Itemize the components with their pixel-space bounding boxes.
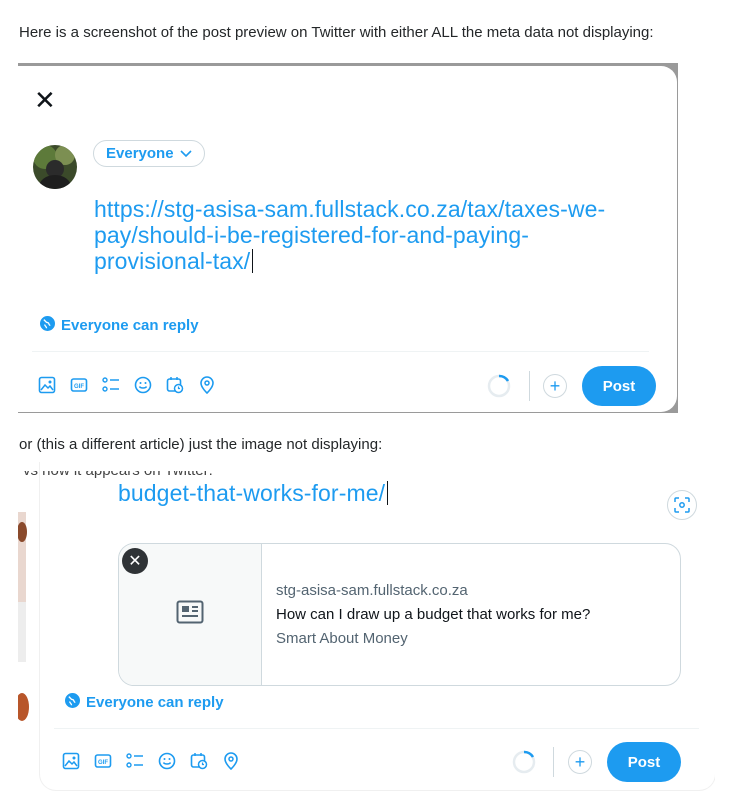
avatar[interactable] bbox=[33, 145, 77, 189]
cropped-header-text: vs how it appears on Twitter: bbox=[23, 462, 213, 479]
compose-dialog: vs how it appears on Twitter: budget-tha… bbox=[23, 462, 715, 790]
schedule-icon[interactable] bbox=[190, 752, 208, 770]
gif-icon[interactable]: GIF bbox=[70, 376, 88, 394]
toolbar-separator bbox=[529, 371, 530, 401]
emoji-icon[interactable] bbox=[134, 376, 152, 394]
svg-text:GIF: GIF bbox=[74, 384, 84, 390]
link-preview-text: stg-asisa-sam.fullstack.co.za How can I … bbox=[262, 544, 604, 685]
screenshot-compose-no-meta: ✕ Everyone https://stg-asisa-sam.fullsta… bbox=[18, 63, 678, 413]
emoji-icon[interactable] bbox=[158, 752, 176, 770]
poll-icon[interactable] bbox=[126, 752, 144, 770]
text-cursor bbox=[387, 481, 389, 505]
audience-label: Everyone bbox=[106, 145, 174, 162]
svg-text:GIF: GIF bbox=[98, 760, 108, 766]
post-text-area[interactable]: https://stg-asisa-sam.fullstack.co.za/ta… bbox=[94, 196, 654, 274]
article-icon bbox=[176, 600, 204, 629]
compose-dialog: ✕ Everyone https://stg-asisa-sam.fullsta… bbox=[18, 66, 677, 412]
location-icon[interactable] bbox=[198, 376, 216, 394]
reply-setting-label: Everyone can reply bbox=[86, 694, 224, 711]
caption-first: Here is a screenshot of the post preview… bbox=[19, 24, 654, 41]
post-text-line: provisional-tax/ bbox=[94, 248, 251, 274]
add-post-icon[interactable]: + bbox=[568, 750, 592, 774]
reply-setting-label: Everyone can reply bbox=[61, 317, 199, 334]
audience-selector[interactable]: Everyone bbox=[93, 140, 205, 167]
character-counter-icon bbox=[512, 750, 536, 774]
divider bbox=[54, 728, 699, 729]
compose-toolbar: GIF bbox=[62, 752, 240, 770]
post-button[interactable]: Post bbox=[582, 366, 656, 406]
add-post-icon[interactable]: + bbox=[543, 374, 567, 398]
globe-icon bbox=[40, 316, 55, 335]
post-text-line: pay/should-i-be-registered-for-and-payin… bbox=[94, 222, 530, 248]
post-text-line: budget-that-works-for-me/ bbox=[118, 480, 386, 506]
page-edge-strip bbox=[18, 462, 40, 792]
media-icon[interactable] bbox=[38, 376, 56, 394]
divider bbox=[32, 351, 649, 352]
reply-setting[interactable]: Everyone can reply bbox=[40, 316, 199, 335]
text-cursor bbox=[252, 249, 254, 273]
close-icon[interactable]: ✕ bbox=[34, 87, 56, 113]
reply-setting[interactable]: Everyone can reply bbox=[65, 693, 224, 712]
poll-icon[interactable] bbox=[102, 376, 120, 394]
media-icon[interactable] bbox=[62, 752, 80, 770]
character-counter-icon bbox=[487, 374, 511, 398]
toolbar-separator bbox=[553, 747, 554, 777]
link-preview-card[interactable]: stg-asisa-sam.fullstack.co.za How can I … bbox=[118, 543, 681, 686]
caption-second: or (this a different article) just the i… bbox=[19, 436, 383, 453]
post-text-line: https://stg-asisa-sam.fullstack.co.za/ta… bbox=[94, 196, 606, 222]
screenshot-compose-no-image: vs how it appears on Twitter: budget-tha… bbox=[18, 462, 715, 792]
scan-icon[interactable] bbox=[667, 490, 697, 520]
link-title: How can I draw up a budget that works fo… bbox=[276, 605, 591, 623]
gif-icon[interactable]: GIF bbox=[94, 752, 112, 770]
link-site-name: Smart About Money bbox=[276, 629, 408, 647]
remove-card-icon[interactable]: ✕ bbox=[122, 548, 148, 574]
compose-toolbar: GIF bbox=[38, 376, 216, 394]
post-button[interactable]: Post bbox=[607, 742, 681, 782]
globe-icon bbox=[65, 693, 80, 712]
location-icon[interactable] bbox=[222, 752, 240, 770]
chevron-down-icon bbox=[179, 145, 192, 162]
post-text-area[interactable]: budget-that-works-for-me/ bbox=[118, 480, 389, 506]
schedule-icon[interactable] bbox=[166, 376, 184, 394]
link-domain: stg-asisa-sam.fullstack.co.za bbox=[276, 581, 468, 599]
